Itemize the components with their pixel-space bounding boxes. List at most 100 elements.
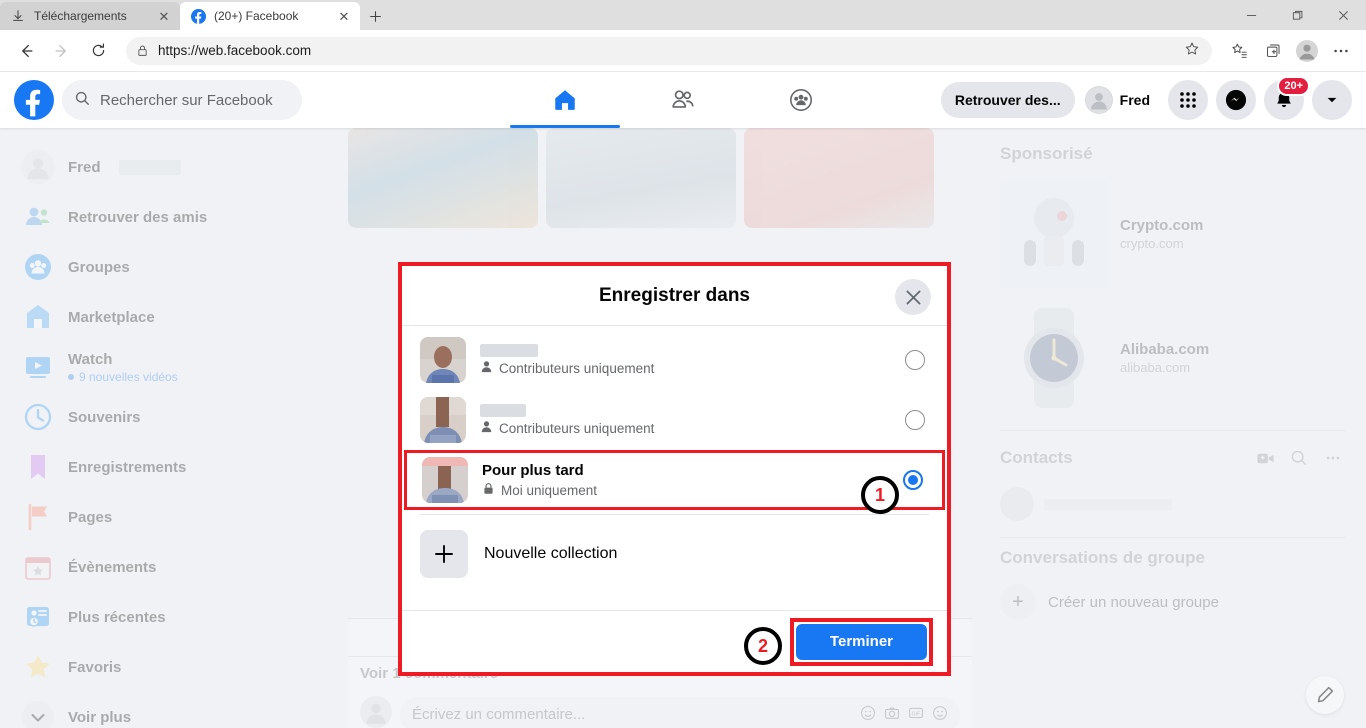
sidebar-item-pages[interactable]: Pages [12, 492, 332, 542]
collection-row[interactable]: Contributeurs uniquement [402, 390, 947, 450]
favorites-list-icon[interactable] [1224, 36, 1254, 66]
user-name: Fred [1119, 92, 1150, 108]
address-bar-url: https://web.facebook.com [158, 43, 312, 58]
sidebar-item-label: Groupes [68, 258, 130, 276]
browser-profile-icon[interactable] [1292, 36, 1322, 66]
lock-icon [482, 482, 495, 498]
close-window-icon[interactable] [1320, 0, 1366, 30]
sidebar-item-marketplace[interactable]: Marketplace [12, 292, 332, 342]
emoji-icon[interactable] [860, 705, 876, 725]
account-chevron-button[interactable] [1312, 80, 1352, 120]
messenger-button[interactable] [1216, 80, 1256, 120]
reload-button[interactable] [82, 35, 114, 67]
facebook-icon [190, 8, 206, 24]
sidebar-item-saved[interactable]: Enregistrements [12, 442, 332, 492]
svg-text:GIF: GIF [912, 711, 922, 717]
contact-row-redacted[interactable] [996, 481, 1350, 527]
sponsored-item[interactable]: Crypto.com crypto.com [996, 172, 1350, 296]
collection-radio[interactable] [905, 350, 925, 370]
create-group-row[interactable]: + Créer un nouveau groupe [996, 576, 1350, 628]
search-placeholder: Rechercher sur Facebook [100, 91, 273, 109]
back-button[interactable] [10, 35, 42, 67]
sidebar-item-groups[interactable]: Groupes [12, 242, 332, 292]
sidebar-item-profile[interactable]: Fred [12, 142, 332, 192]
favorite-star-icon[interactable] [1184, 41, 1202, 60]
annotation-marker-1: 1 [861, 476, 899, 514]
story-thumbnail[interactable] [348, 128, 538, 228]
collection-radio-selected[interactable] [903, 470, 923, 490]
forward-button[interactable] [46, 35, 78, 67]
plus-icon: + [1000, 584, 1036, 620]
sidebar-item-label: Watch [68, 350, 113, 368]
sidebar-item-label: Fred [68, 158, 101, 176]
nav-tab-groups[interactable] [746, 72, 856, 128]
gif-icon[interactable]: GIF [908, 705, 924, 725]
sidebar-item-see-more[interactable]: Voir plus [12, 692, 332, 728]
favorites-star-icon [20, 649, 56, 685]
most-recent-icon [20, 599, 56, 635]
sidebar-item-memories[interactable]: Souvenirs [12, 392, 332, 442]
maximize-icon[interactable] [1274, 0, 1320, 30]
friends-icon [20, 199, 56, 235]
find-friends-pill[interactable]: Retrouver des... [940, 82, 1075, 118]
close-icon[interactable] [895, 279, 931, 315]
sidebar-item-friends[interactable]: Retrouver des amis [12, 192, 332, 242]
sidebar-item-label: Favoris [68, 658, 122, 676]
divider [1000, 537, 1346, 538]
facebook-navbar-right: Retrouver des... Fred 20+ [940, 76, 1352, 120]
sidebar-item-sublabel: 9 nouvelles vidéos [68, 370, 178, 384]
collection-privacy-label: Contributeurs uniquement [499, 420, 655, 436]
story-thumbnail[interactable] [546, 128, 736, 228]
story-thumbnail[interactable] [744, 128, 934, 228]
avatar [1084, 86, 1113, 114]
nav-tab-home[interactable] [510, 72, 620, 128]
redacted-name [118, 159, 181, 175]
download-icon [10, 8, 26, 24]
browser-tab-downloads[interactable]: Téléchargements ✕ [0, 2, 180, 30]
right-sidebar: Sponsorisé Crypto.com crypto.com Alibaba… [980, 128, 1366, 728]
sticker-icon[interactable] [932, 705, 948, 725]
collection-row[interactable]: Contributeurs uniquement [402, 330, 947, 390]
address-bar[interactable]: https://web.facebook.com [126, 36, 1212, 65]
collection-thumbnail [422, 457, 468, 503]
more-options-icon[interactable] [1316, 441, 1350, 475]
facebook-logo[interactable] [14, 80, 54, 120]
sidebar-item-most-recent[interactable]: Plus récentes [12, 592, 332, 642]
chevron-down-icon [20, 699, 56, 728]
minimize-icon[interactable] [1228, 0, 1274, 30]
done-button[interactable]: Terminer [795, 623, 927, 660]
browser-tab-facebook[interactable]: (20+) Facebook ✕ [180, 2, 360, 30]
sidebar-item-events[interactable]: Évènements [12, 542, 332, 592]
comment-composer: Écrivez un commentaire... GIF [348, 690, 972, 728]
new-collection-label: Nouvelle collection [484, 545, 618, 562]
sidebar-item-favorites[interactable]: Favoris [12, 642, 332, 692]
user-menu[interactable]: Fred [1083, 82, 1160, 118]
search-icon[interactable] [1282, 441, 1316, 475]
close-icon[interactable]: ✕ [336, 8, 352, 24]
group-conversations-title: Conversations de groupe [1000, 548, 1205, 567]
comment-input[interactable]: Écrivez un commentaire... GIF [400, 696, 960, 728]
menu-grid-button[interactable] [1168, 80, 1208, 120]
sidebar-item-label: Pages [68, 508, 113, 526]
sponsored-item[interactable]: Alibaba.com alibaba.com [996, 296, 1350, 420]
settings-more-icon[interactable] [1326, 36, 1356, 66]
notifications-button[interactable]: 20+ [1264, 76, 1310, 120]
sidebar-item-label: Souvenirs [68, 408, 141, 426]
compose-message-button[interactable] [1306, 676, 1344, 714]
person-icon [480, 420, 493, 436]
collection-privacy-label: Contributeurs uniquement [499, 360, 655, 376]
collections-icon[interactable] [1258, 36, 1288, 66]
collection-radio[interactable] [905, 410, 925, 430]
nav-tab-friends[interactable] [628, 72, 738, 128]
window-controls [1228, 0, 1366, 30]
new-tab-button[interactable] [360, 2, 390, 30]
sidebar-item-watch[interactable]: Watch 9 nouvelles vidéos [12, 342, 332, 392]
sponsored-thumbnail [1000, 180, 1108, 288]
new-collection-row[interactable]: Nouvelle collection [402, 519, 947, 589]
camera-icon[interactable] [884, 705, 900, 725]
person-icon [480, 360, 493, 376]
video-call-icon[interactable] [1248, 441, 1282, 475]
close-icon[interactable]: ✕ [156, 8, 172, 24]
pages-icon [20, 499, 56, 535]
search-input[interactable]: Rechercher sur Facebook [62, 80, 302, 120]
